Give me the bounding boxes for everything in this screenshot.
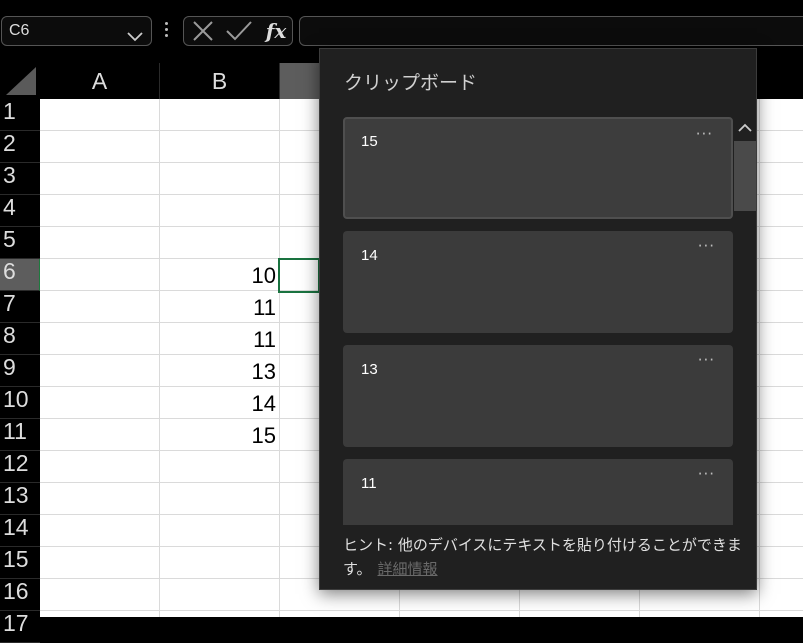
active-cell-c6[interactable] (278, 258, 320, 293)
cancel-icon[interactable] (190, 17, 216, 45)
row-header-9[interactable]: 9 (0, 355, 40, 387)
row-header-1[interactable]: 1 (0, 99, 40, 131)
clipboard-item-text: 13 (361, 361, 378, 378)
formula-input[interactable] (299, 16, 803, 46)
column-header-a[interactable]: A (40, 63, 160, 99)
more-icon[interactable]: ··· (698, 465, 715, 483)
more-icon[interactable]: ··· (698, 351, 715, 369)
row-header-14[interactable]: 14 (0, 515, 40, 547)
clipboard-item[interactable]: 11 ··· (343, 459, 733, 525)
clipboard-item[interactable]: 13 ··· (343, 345, 733, 447)
clipboard-title: クリップボード (344, 72, 478, 94)
cell-b9[interactable]: 13 (160, 355, 276, 387)
more-icon[interactable]: ··· (696, 125, 713, 143)
clipboard-item-text: 14 (361, 247, 378, 264)
row-header-10[interactable]: 10 (0, 387, 40, 419)
clipboard-hint: ヒント: 他のデバイスにテキストを貼り付けることができます。 詳細情報 (343, 533, 743, 581)
more-options-icon[interactable] (163, 19, 169, 43)
row-header-13[interactable]: 13 (0, 483, 40, 515)
row-header-11[interactable]: 11 (0, 419, 40, 451)
cell-b8[interactable]: 11 (160, 323, 276, 355)
row-header-8[interactable]: 8 (0, 323, 40, 355)
row-header-3[interactable]: 3 (0, 163, 40, 195)
scroll-thumb[interactable] (734, 141, 756, 211)
row-header-12[interactable]: 12 (0, 451, 40, 483)
cell-b11[interactable]: 15 (160, 419, 276, 451)
row-header-2[interactable]: 2 (0, 131, 40, 163)
row-header-17[interactable]: 17 (0, 611, 40, 643)
scroll-up-icon[interactable] (734, 117, 756, 139)
chevron-down-icon[interactable] (127, 27, 143, 46)
clipboard-scrollbar[interactable] (734, 115, 756, 515)
column-header-b[interactable]: B (160, 63, 280, 99)
formula-buttons: fx (183, 16, 293, 46)
row-header-7[interactable]: 7 (0, 291, 40, 323)
more-icon[interactable]: ··· (698, 237, 715, 255)
select-all-corner[interactable] (0, 63, 40, 99)
row-header-6[interactable]: 6 (0, 259, 40, 291)
row-header-16[interactable]: 16 (0, 579, 40, 611)
clipboard-item-text: 15 (361, 133, 378, 150)
row-header-4[interactable]: 4 (0, 195, 40, 227)
enter-check-icon[interactable] (224, 17, 254, 45)
clipboard-item[interactable]: 14 ··· (343, 231, 733, 333)
insert-function-button[interactable]: fx (262, 17, 290, 45)
cell-b7[interactable]: 11 (160, 291, 276, 323)
clipboard-item[interactable]: 15 ··· (343, 117, 733, 219)
clipboard-list: 15 ··· 14 ··· 13 ··· 11 ··· (320, 115, 758, 525)
cell-b10[interactable]: 14 (160, 387, 276, 419)
clipboard-panel: クリップボード 15 ··· 14 ··· 13 ··· 11 ··· ヒント:… (319, 48, 757, 590)
learn-more-link[interactable]: 詳細情報 (378, 560, 438, 578)
clipboard-item-text: 11 (361, 475, 377, 492)
name-box-value: C6 (9, 22, 30, 39)
column-header-strip (757, 48, 803, 99)
row-header-15[interactable]: 15 (0, 547, 40, 579)
name-box[interactable]: C6 (1, 16, 152, 46)
row-header-5[interactable]: 5 (0, 227, 40, 259)
cell-b6[interactable]: 10 (160, 259, 276, 291)
